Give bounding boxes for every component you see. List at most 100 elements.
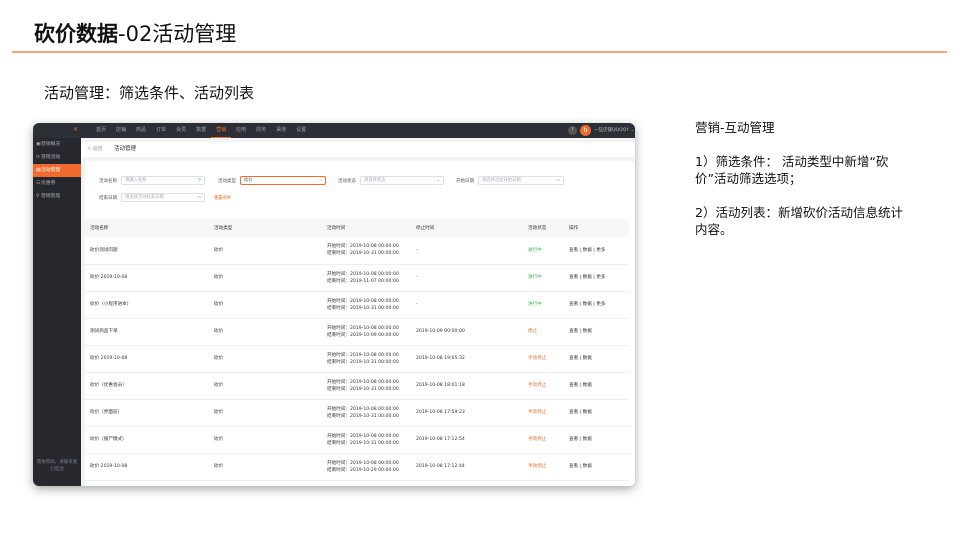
activity-type: 砍价 — [209, 345, 322, 373]
breadcrumb: 活动管理 — [114, 146, 137, 152]
column-header: 停止时间 — [411, 219, 523, 237]
top-nav-item[interactable]: 商品 — [131, 123, 151, 138]
top-bar: ✕ 首页 店铺 商品 订单 会员 数据 营销 应用 财务 渠道 设置 ! b 一些店铺QQQQY ⌄ — [33, 123, 635, 138]
activity-status-select[interactable]: 请选择状态 ⌄ — [360, 176, 444, 185]
activity-name-input[interactable]: 请输入名称 ⚲ — [121, 176, 205, 185]
activity-type: 砍价 — [209, 237, 322, 265]
activity-type: 砍价 — [209, 291, 322, 319]
back-link[interactable]: < 返回 — [87, 142, 102, 157]
sidebar-footer: 需要帮助，请联系我们电话 — [36, 460, 78, 472]
activity-end-time: 结束时间：2019-10-31 00:00:00 — [327, 251, 399, 257]
activity-end-time: 结束时间：2019-10-31 00:00:00 — [327, 413, 399, 419]
top-nav-item[interactable]: 营销 — [211, 123, 232, 138]
row-actions[interactable]: 查看 | 数据 — [564, 399, 629, 427]
table-row: 测试商品下单 砍价 开始时间：2019-10-08 00:00:00 结束时间：201… — [85, 318, 629, 346]
top-nav-item[interactable]: 渠道 — [271, 123, 291, 138]
status-badge: 进行中 — [523, 264, 564, 292]
sidebar-item-label: 营销活动 — [41, 155, 61, 160]
table-header: 活动名称 活动类型 活动时间 停止时间 活动状态 操作 — [85, 219, 629, 237]
table-row: 砍价（僵尸模式） 砍价 开始时间：2019-10-08 00:00:00 结束时间：2… — [85, 426, 629, 454]
app-screenshot: ✕ 首页 店铺 商品 订单 会员 数据 营销 应用 财务 渠道 设置 ! b 一些店铺QQQQY ⌄… — [33, 123, 635, 486]
slide-title-rest: -02活动管理 — [118, 22, 237, 46]
reset-filters-link[interactable]: 重置条件 — [214, 195, 231, 201]
avatar[interactable]: b — [580, 125, 591, 136]
activity-time: 开始时间：2019-10-08 00:00:00 结束时间：2019-10-09 … — [322, 318, 411, 346]
row-actions[interactable]: 查看 | 数据 — [564, 318, 629, 346]
calendar-icon: ▭ — [555, 178, 560, 183]
sidebar-item-label: 营销概况 — [41, 142, 61, 147]
stop-time: 2019-10-08 18:01:18 — [411, 372, 523, 400]
stop-time: 2019-10-08 17:12:44 — [411, 453, 523, 481]
top-nav-item[interactable]: 首页 — [91, 123, 111, 138]
end-date-picker[interactable]: 请选择活动结束日期 ▭ — [121, 193, 205, 202]
activity-start-time: 开始时间：2019-10-08 00:00:00 — [327, 244, 399, 250]
filter-end-label: 结束日期 — [99, 196, 117, 201]
sidebar-item-label: 营销管理 — [41, 194, 61, 199]
note-heading: 营销-互动管理 — [695, 120, 775, 135]
sidebar-item[interactable]: ▤活动管理 — [33, 164, 81, 177]
status-badge: 手动停止 — [523, 399, 564, 427]
top-nav-item[interactable]: 数据 — [191, 123, 211, 138]
activity-name: 砍价 2019-10-08 — [85, 345, 209, 373]
row-actions[interactable]: 查看 | 数据 | 更多 — [564, 291, 629, 319]
activity-name: 砍价（界面前） — [85, 399, 209, 427]
activity-start-time: 开始时间：2019-10-08 00:00:00 — [327, 271, 399, 277]
top-nav-item[interactable]: 财务 — [251, 123, 271, 138]
activity-time: 开始时间：2019-10-08 00:00:00 结束时间：2019-10-31 … — [322, 372, 411, 400]
search-icon[interactable]: ⚲ — [198, 177, 201, 184]
activity-end-time: 结束时间：2019-10-29 00:00:00 — [327, 467, 399, 473]
top-nav-item[interactable]: 店铺 — [111, 123, 131, 138]
status-badge: 进行中 — [523, 291, 564, 319]
table-body: 砍价测试问题 砍价 开始时间：2019-10-08 00:00:00 结束时间：201… — [85, 237, 629, 481]
row-actions[interactable]: 查看 | 数据 — [564, 345, 629, 373]
column-header: 活动状态 — [523, 219, 564, 237]
top-nav-item[interactable]: 设置 — [291, 123, 311, 138]
activity-name: 测试商品下单 — [85, 318, 209, 346]
status-badge: 手动停止 — [523, 345, 564, 373]
row-actions[interactable]: 查看 | 数据 | 更多 — [564, 264, 629, 292]
slide: 砍价数据-02活动管理 活动管理：筛选条件、活动列表 营销-互动管理 1）筛选条… — [0, 0, 960, 540]
activity-name: 砍价 2019-10-08 — [85, 264, 209, 292]
sidebar-item[interactable]: ⟳营销活动 — [33, 151, 81, 164]
sidebar-item-label: 活动管理 — [41, 168, 61, 173]
row-actions[interactable]: 查看 | 数据 — [564, 453, 629, 481]
sidebar-item[interactable]: ☷优惠券 — [33, 177, 81, 190]
activity-time: 开始时间：2019-10-08 00:00:00 结束时间：2019-10-31 … — [322, 399, 411, 427]
user-menu[interactable]: 一些店铺QQQQY ⌄ — [594, 123, 634, 138]
sidebar-item[interactable]: ▣营销概况 — [33, 138, 81, 151]
activity-end-time: 结束时间：2019-10-31 00:00:00 — [327, 440, 399, 446]
status-badge: 手动停止 — [523, 453, 564, 481]
activity-time: 开始时间：2019-10-08 00:00:00 结束时间：2019-10-29 … — [322, 453, 411, 481]
activity-end-time: 结束时间：2019-10-31 00:00:00 — [327, 305, 399, 311]
activity-start-time: 开始时间：2019-10-08 00:00:00 — [327, 379, 399, 385]
activity-time: 开始时间：2019-10-08 00:00:00 结束时间：2019-10-31 … — [322, 237, 411, 265]
stop-time: 2019-10-08 19:05:32 — [411, 345, 523, 373]
row-actions[interactable]: 查看 | 数据 — [564, 426, 629, 454]
activity-type-select[interactable]: 砍价 ⌄ — [240, 176, 326, 185]
top-nav-item[interactable]: 订单 — [151, 123, 171, 138]
activity-time: 开始时间：2019-10-08 00:00:00 结束时间：2019-10-31 … — [322, 426, 411, 454]
table-row: 砍价 2019-10-08 砍价 开始时间：2019-10-08 00:00:00 结… — [85, 264, 629, 292]
chevron-down-icon: ⌄ — [318, 178, 322, 183]
activity-type: 砍价 — [209, 318, 322, 346]
top-nav-item[interactable]: 会员 — [171, 123, 191, 138]
table-row: 砍价 2019-10-08 砍价 开始时间：2019-10-08 00:00:00 结… — [85, 453, 629, 481]
brand-logo-icon[interactable]: ✕ — [73, 126, 78, 133]
top-nav-item[interactable]: 应用 — [231, 123, 251, 138]
stop-time: 2019-10-08 17:59:23 — [411, 399, 523, 427]
sidebar-item-label: 优惠券 — [41, 181, 56, 186]
filter-type-label: 活动类型 — [218, 179, 236, 184]
start-date-picker[interactable]: 请选择活动开始日期 ▭ — [478, 176, 564, 185]
column-header: 操作 — [564, 219, 629, 237]
activity-start-time: 开始时间：2019-10-08 00:00:00 — [327, 433, 399, 439]
activity-name: 砍价 2019-10-08 — [85, 453, 209, 481]
slide-title: 砍价数据-02活动管理 — [34, 18, 236, 48]
chevron-down-icon: ⌄ — [436, 178, 440, 183]
sidebar-item[interactable]: ⚲营销管理 — [33, 190, 81, 203]
activity-type: 砍价 — [209, 453, 322, 481]
row-actions[interactable]: 查看 | 数据 | 更多 — [564, 237, 629, 265]
row-actions[interactable]: 查看 | 数据 — [564, 372, 629, 400]
activity-start-time: 开始时间：2019-10-08 00:00:00 — [327, 352, 399, 358]
activity-type: 砍价 — [209, 426, 322, 454]
notification-icon[interactable]: ! — [568, 126, 577, 135]
